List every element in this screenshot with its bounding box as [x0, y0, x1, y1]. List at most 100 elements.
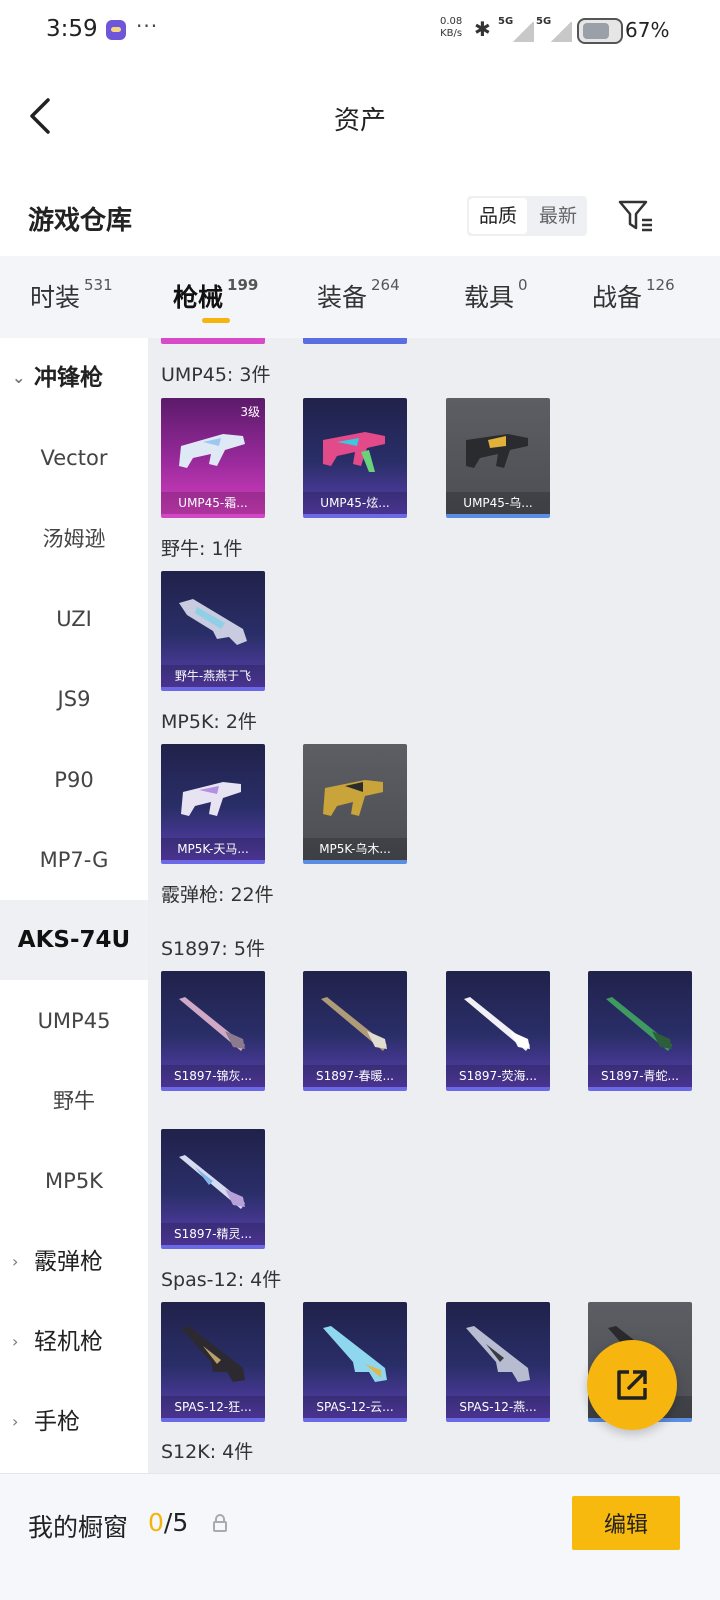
gun-icon: [606, 997, 672, 1051]
weapon-card-label: MP5K-天马...: [161, 838, 265, 860]
group-header-shotgun: 霰弹枪: 22件: [161, 884, 274, 906]
sidebar-group-label: 轻机枪: [34, 1329, 103, 1355]
sidebar-item-mp7g[interactable]: MP7-G: [0, 820, 148, 900]
weapon-card-label: S1897-锦灰...: [161, 1065, 265, 1087]
gun-icon: [181, 782, 241, 816]
status-bar: 3:59 ··· 0.08 KB/s ✱ 5G 5G 67%: [0, 0, 720, 62]
battery-icon: [577, 18, 623, 44]
weapon-card-label: SPAS-12-燕...: [446, 1396, 550, 1418]
share-button[interactable]: [587, 1340, 677, 1430]
weapon-card[interactable]: S1897-精灵...: [161, 1129, 265, 1249]
sidebar-item-bison[interactable]: 野牛: [0, 1061, 148, 1141]
tab-label: 枪械: [173, 283, 224, 312]
weapon-card[interactable]: MP5K-乌木...: [303, 744, 407, 864]
group-header-spas12: Spas-12: 4件: [161, 1269, 282, 1291]
sidebar-group-pistol[interactable]: › 手枪: [0, 1382, 148, 1462]
sidebar-item-thompson[interactable]: 汤姆逊: [0, 499, 148, 579]
sort-toggle: 品质 最新: [467, 196, 587, 236]
weapon-card-label: MP5K-乌木...: [303, 838, 407, 860]
bluetooth-icon: ✱: [474, 17, 491, 41]
sidebar-item-js9[interactable]: JS9: [0, 659, 148, 739]
section-title: 游戏仓库: [28, 206, 133, 236]
chevron-right-icon: ›: [12, 1332, 19, 1351]
signal-label-2: 5G: [536, 16, 552, 27]
weapon-grid: UMP45: 3件 3级 UMP45-霜... UMP45-炫... UMP45…: [148, 338, 720, 1473]
sidebar-group-label: 冲锋枪: [34, 365, 103, 391]
sidebar-item-uzi[interactable]: UZI: [0, 579, 148, 659]
weapon-category-sidebar: ⌄ 冲锋枪 Vector 汤姆逊 UZI JS9 P90 MP7-G AKS-7…: [0, 338, 148, 1473]
edit-button[interactable]: 编辑: [572, 1496, 680, 1550]
weapon-card-label: UMP45-霜...: [161, 492, 265, 514]
weapon-card[interactable]: SPAS-12-狂...: [161, 1302, 265, 1422]
signal-icon-2: 5G: [536, 16, 572, 42]
tab-firearms[interactable]: 枪械 199: [173, 276, 259, 314]
sidebar-item-p90[interactable]: P90: [0, 740, 148, 820]
signal-label: 5G: [498, 16, 514, 27]
weapon-card-label: S1897-精灵...: [161, 1223, 265, 1245]
gun-icon: [323, 432, 385, 472]
tab-equipment[interactable]: 装备 264: [317, 276, 400, 314]
weapon-card[interactable]: SPAS-12-云...: [303, 1302, 407, 1422]
category-tabs: 时装 531 枪械 199 装备 264 载具 0 战备 126: [0, 256, 720, 338]
sort-option-newest[interactable]: 最新: [529, 196, 587, 236]
group-header-s12k: S12K: 4件: [161, 1441, 254, 1463]
sidebar-group-label: 手枪: [34, 1409, 80, 1435]
sidebar-item-aks74u[interactable]: AKS-74U: [0, 900, 148, 980]
weapon-card-label: UMP45-炫...: [303, 492, 407, 514]
showcase-label: 我的橱窗: [28, 1513, 129, 1542]
weapon-card-label: S1897-青蛇...: [588, 1065, 692, 1087]
tab-fashion[interactable]: 时装 531: [30, 276, 113, 314]
sidebar-group-label: 霰弹枪: [34, 1249, 103, 1275]
tab-label: 装备: [317, 283, 368, 312]
weapon-card[interactable]: 3级 UMP45-霜...: [161, 398, 265, 518]
battery-percent: 67%: [625, 18, 670, 42]
gun-icon: [179, 599, 247, 645]
sidebar-group-lmg[interactable]: › 轻机枪: [0, 1302, 148, 1382]
weapon-card[interactable]: 野牛-燕燕于飞: [161, 571, 265, 691]
weapon-card[interactable]: SPAS-12-燕...: [446, 1302, 550, 1422]
network-speed-value: 0.08: [440, 16, 463, 27]
tab-supplies[interactable]: 战备 126: [592, 276, 675, 314]
weapon-card-label: S1897-荧海...: [446, 1065, 550, 1087]
tab-label: 战备: [592, 283, 643, 312]
gun-icon: [181, 1326, 245, 1382]
sidebar-item-mp5k[interactable]: MP5K: [0, 1141, 148, 1221]
showcase-used: 0: [148, 1508, 164, 1537]
sidebar-item-ump45[interactable]: UMP45: [0, 981, 148, 1061]
tab-label: 载具: [464, 283, 515, 312]
more-notifications-icon: ···: [136, 14, 159, 38]
network-speed: 0.08 KB/s: [440, 16, 462, 40]
group-header-bison: 野牛: 1件: [161, 538, 243, 560]
signal-icon: 5G: [498, 16, 534, 42]
share-external-icon: [617, 1370, 647, 1400]
card-edge: [303, 338, 407, 344]
tab-count: 264: [371, 276, 400, 294]
section-bar: 游戏仓库 品质 最新: [0, 174, 720, 256]
sort-option-quality[interactable]: 品质: [469, 198, 527, 234]
weapon-card[interactable]: UMP45-炫...: [303, 398, 407, 518]
sidebar-group-smg[interactable]: ⌄ 冲锋枪: [0, 338, 148, 418]
showcase-bar: 我的橱窗 0/5 编辑: [0, 1473, 720, 1600]
tab-count: 199: [227, 276, 259, 294]
sidebar-group-shotgun[interactable]: › 霰弹枪: [0, 1222, 148, 1302]
network-speed-unit: KB/s: [440, 28, 463, 39]
gun-icon: [321, 997, 387, 1051]
gun-icon: [323, 1326, 387, 1382]
gun-icon: [466, 434, 528, 468]
gun-icon: [179, 997, 245, 1051]
weapon-card-label: S1897-春暖...: [303, 1065, 407, 1087]
weapon-card[interactable]: S1897-荧海...: [446, 971, 550, 1091]
sidebar-item-vector[interactable]: Vector: [0, 418, 148, 498]
weapon-card-label: SPAS-12-狂...: [161, 1396, 265, 1418]
filter-icon[interactable]: [616, 198, 656, 234]
weapon-card[interactable]: MP5K-天马...: [161, 744, 265, 864]
app-notification-icon: [106, 20, 126, 40]
group-header-ump45: UMP45: 3件: [161, 364, 271, 386]
weapon-card[interactable]: S1897-春暖...: [303, 971, 407, 1091]
weapon-card[interactable]: S1897-青蛇...: [588, 971, 692, 1091]
weapon-card[interactable]: UMP45-乌...: [446, 398, 550, 518]
card-edge: [161, 338, 265, 344]
weapon-card[interactable]: S1897-锦灰...: [161, 971, 265, 1091]
tab-vehicles[interactable]: 载具 0: [464, 276, 528, 314]
app-header: 资产: [0, 62, 720, 174]
